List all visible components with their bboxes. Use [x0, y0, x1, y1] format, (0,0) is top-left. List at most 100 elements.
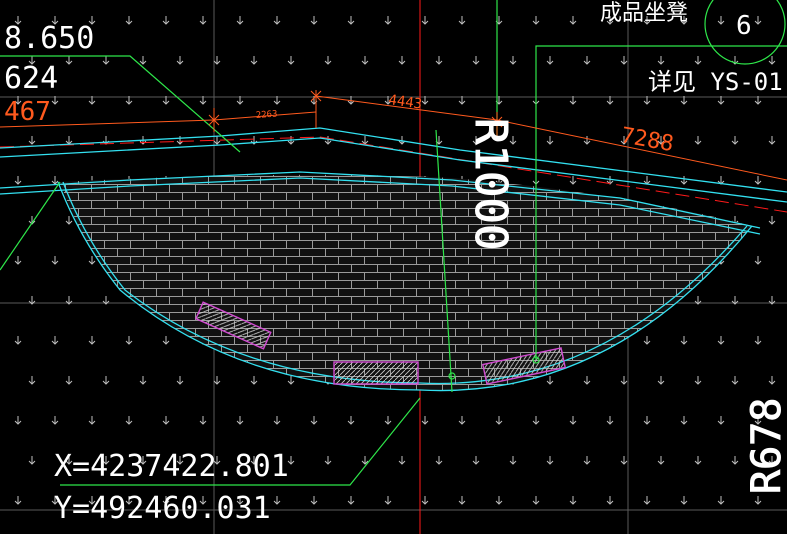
arrow-symbol — [495, 496, 503, 505]
arrow-symbol — [569, 16, 577, 25]
arrow-symbol — [236, 416, 244, 425]
arrow-symbol — [65, 136, 73, 145]
arrow-symbol — [657, 376, 665, 385]
callout-number: 6 — [736, 11, 752, 41]
arrow-symbol — [680, 336, 688, 345]
arrow-symbol — [310, 496, 318, 505]
coordinate-x: X=4237422.801 — [54, 449, 289, 484]
arrow-symbol — [532, 416, 540, 425]
arrow-symbol — [236, 16, 244, 25]
arrow-symbol — [754, 336, 762, 345]
arrow-symbol — [28, 136, 36, 145]
arrow-symbol — [458, 16, 466, 25]
elevation-labels: 8.650 624 467 — [4, 21, 94, 127]
arrow-symbol — [546, 56, 554, 65]
arrow-symbol — [65, 376, 73, 385]
arrow-symbol — [546, 136, 554, 145]
arrow-symbol — [273, 496, 281, 505]
arrow-symbol — [546, 456, 554, 465]
arrow-symbol — [754, 176, 762, 185]
arrow-symbol — [532, 16, 540, 25]
arrow-symbol — [14, 496, 22, 505]
callout-detail: 详见 YS-01 — [648, 68, 783, 96]
arrow-symbol — [162, 416, 170, 425]
arrow-symbol — [532, 496, 540, 505]
arrow-symbol — [139, 56, 147, 65]
cad-canvas[interactable]: 8.650 624 467 2263 4443 7288 R1000 R678 … — [0, 0, 787, 534]
callout-title: 成品坐凳 — [600, 1, 688, 26]
arrow-symbol — [768, 136, 776, 145]
arrow-symbol — [717, 496, 725, 505]
arrow-symbol — [509, 56, 517, 65]
arrow-symbol — [583, 136, 591, 145]
arrow-symbol — [384, 496, 392, 505]
drawing-svg[interactable]: 8.650 624 467 2263 4443 7288 R1000 R678 … — [0, 0, 787, 534]
arrow-symbol — [65, 56, 73, 65]
arrow-symbol — [162, 16, 170, 25]
arrow-symbol — [509, 456, 517, 465]
arrow-symbol — [472, 56, 480, 65]
arrow-symbol — [125, 416, 133, 425]
arrow-symbol — [250, 56, 258, 65]
coordinate-readout: X=4237422.801 Y=492460.031 — [54, 449, 289, 526]
arrow-symbol — [717, 416, 725, 425]
arrow-symbol — [754, 496, 762, 505]
arrow-symbol — [384, 16, 392, 25]
arrow-symbol — [657, 56, 665, 65]
arrow-symbol — [620, 56, 628, 65]
arrow-symbol — [28, 456, 36, 465]
arrow-symbol — [199, 16, 207, 25]
arrow-symbol — [768, 56, 776, 65]
arrow-symbol — [620, 376, 628, 385]
arrow-symbol — [102, 376, 110, 385]
arrow-symbol — [287, 56, 295, 65]
arrow-symbol — [14, 256, 22, 265]
arrow-symbol — [643, 336, 651, 345]
elevation-label-1: 8.650 — [4, 21, 94, 56]
coordinate-y: Y=492460.031 — [54, 491, 271, 526]
arrow-symbol — [421, 16, 429, 25]
arrow-symbol — [754, 256, 762, 265]
arrow-symbol — [583, 56, 591, 65]
arrow-symbol — [361, 56, 369, 65]
arrow-symbol — [139, 376, 147, 385]
arrow-symbol — [361, 136, 369, 145]
arrow-symbol — [458, 416, 466, 425]
arrow-symbol — [347, 496, 355, 505]
arrow-symbol — [51, 416, 59, 425]
arrow-symbol — [694, 136, 702, 145]
arrow-symbol — [694, 376, 702, 385]
arrow-symbol — [569, 416, 577, 425]
arrow-symbol — [176, 56, 184, 65]
arrow-symbol — [606, 496, 614, 505]
arrow-symbol — [717, 16, 725, 25]
arrow-symbol — [213, 136, 221, 145]
radius-label: R1000 — [465, 118, 516, 250]
arrow-symbol — [213, 56, 221, 65]
arrow-symbol — [569, 496, 577, 505]
arrow-symbol — [176, 376, 184, 385]
elevation-label-2: 624 — [4, 61, 58, 96]
arrow-symbol — [65, 216, 73, 225]
arrow-symbol — [458, 496, 466, 505]
bench-center[interactable] — [333, 361, 419, 385]
arrow-symbol — [28, 376, 36, 385]
arrow-symbol — [583, 376, 591, 385]
arrow-symbol — [88, 256, 96, 265]
arrow-symbol — [199, 416, 207, 425]
radius-label-right: R678 — [744, 398, 787, 494]
arrow-symbol — [620, 456, 628, 465]
arrow-symbol — [162, 336, 170, 345]
arrow-symbol — [250, 376, 258, 385]
callout-group[interactable]: 成品坐凳 6 详见 YS-01 — [600, 1, 783, 96]
arrow-symbol — [398, 456, 406, 465]
arrow-symbol — [213, 376, 221, 385]
arrow-symbol — [14, 416, 22, 425]
elevation-label-3: 467 — [4, 97, 51, 127]
arrow-symbol — [273, 16, 281, 25]
arrow-symbol — [435, 56, 443, 65]
arrow-symbol — [384, 416, 392, 425]
arrow-symbol — [657, 456, 665, 465]
arrow-symbol — [51, 256, 59, 265]
arrow-symbol — [14, 336, 22, 345]
